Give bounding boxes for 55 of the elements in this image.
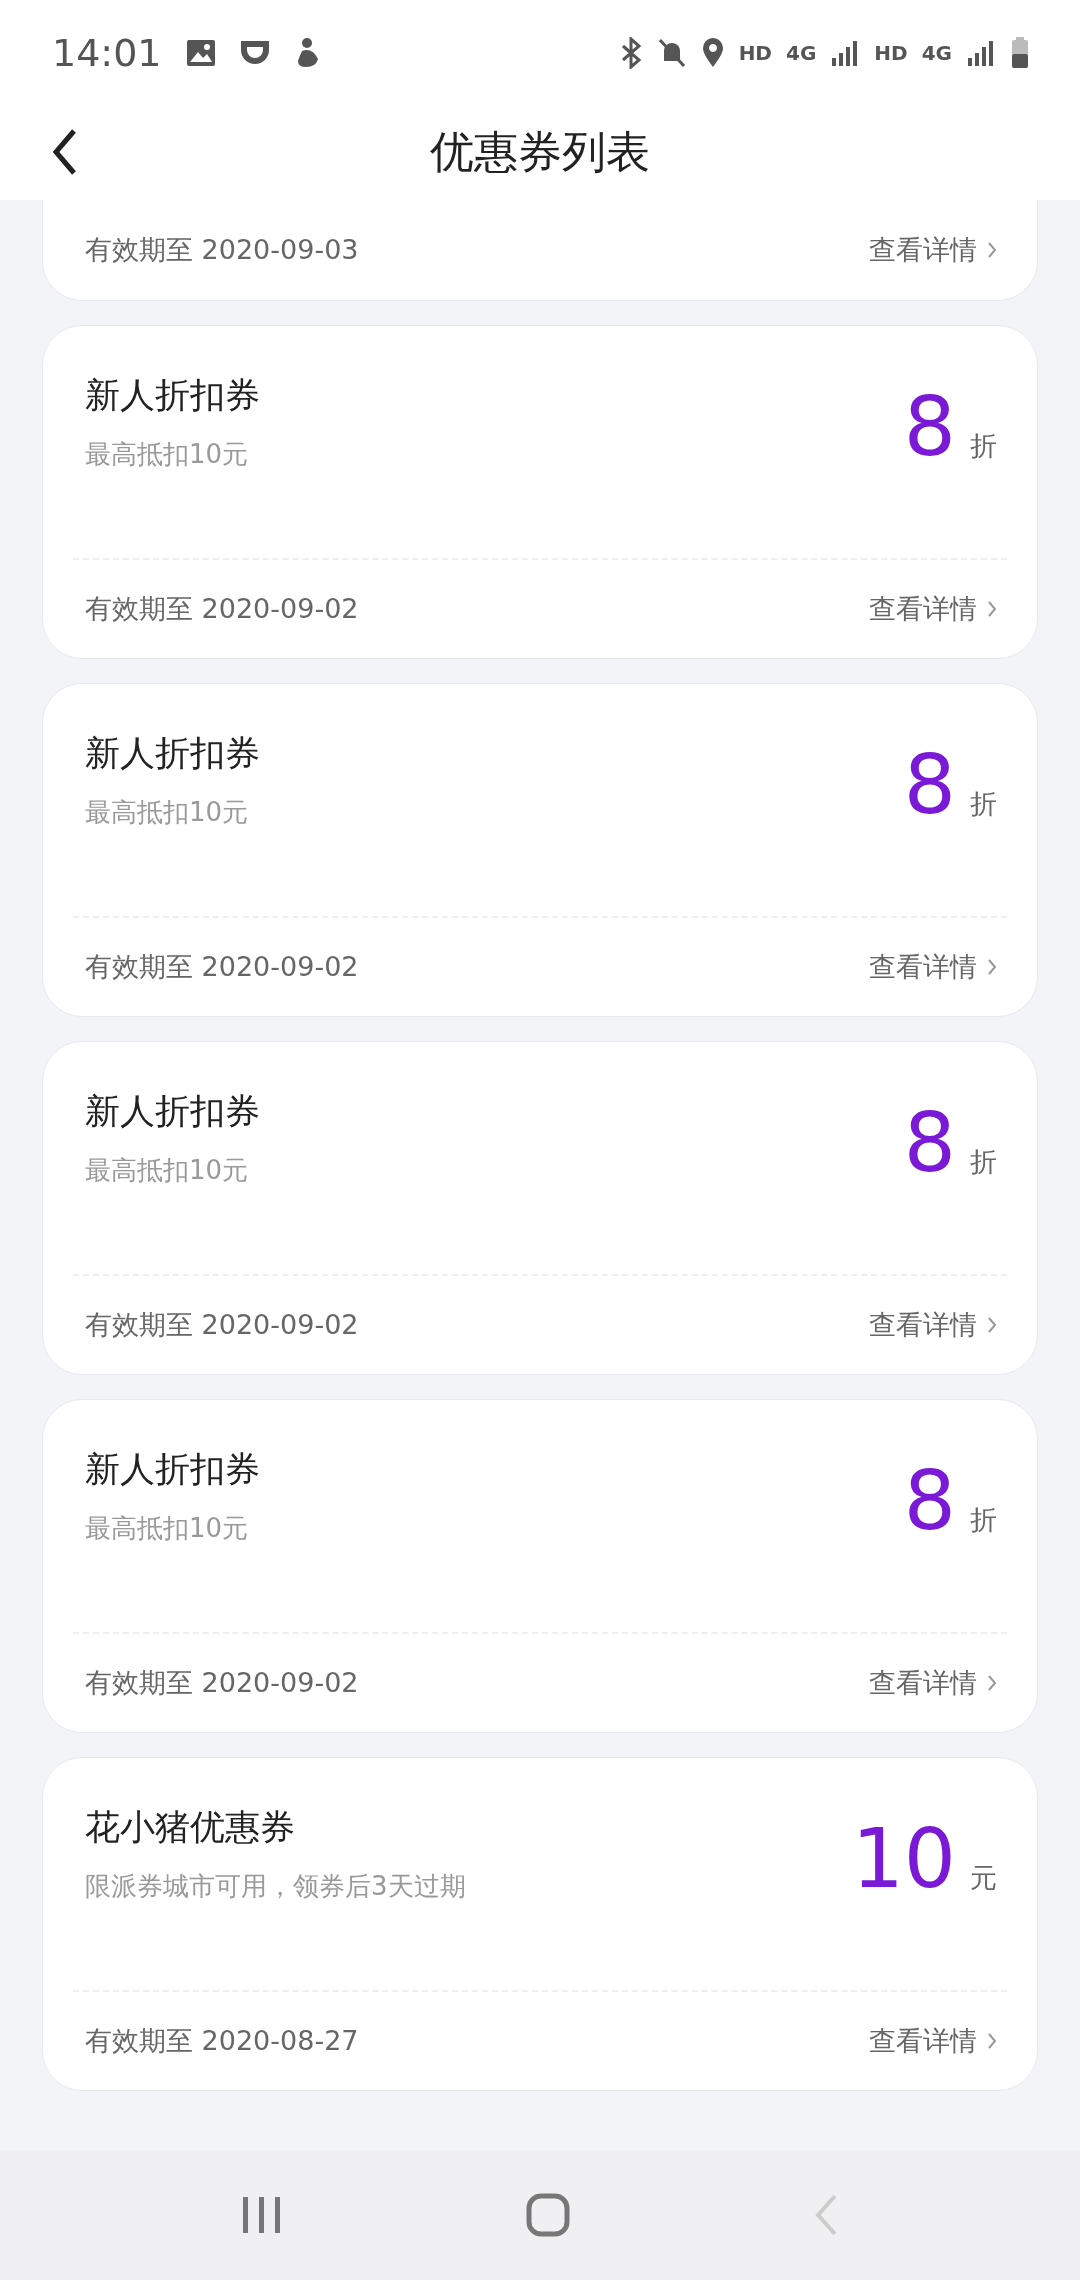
clock: 14:01 xyxy=(52,30,162,75)
coupon-condition: 限派券城市可用，领券后3天过期 xyxy=(85,1870,467,1903)
coupon-card[interactable]: 有效期至 2020-09-03 查看详情 xyxy=(42,200,1038,301)
battery-icon xyxy=(1010,35,1030,70)
coupon-value: 10 xyxy=(851,1818,956,1900)
expiry-date: 有效期至 2020-08-27 xyxy=(85,2024,359,2058)
chevron-icon xyxy=(987,600,997,618)
image-icon xyxy=(185,38,216,67)
expiry-date: 有效期至 2020-09-02 xyxy=(85,592,359,626)
details-link[interactable]: 查看详情 xyxy=(869,1307,997,1343)
coupon-value: 8 xyxy=(903,1102,956,1184)
coupon-title: 新人折扣券 xyxy=(85,732,261,775)
chevron-icon xyxy=(987,1316,997,1334)
network-label: HD xyxy=(738,40,772,65)
location-icon xyxy=(700,36,725,69)
mute-icon xyxy=(656,36,687,69)
coupon-condition: 最高抵扣10元 xyxy=(85,1512,250,1545)
details-link[interactable]: 查看详情 xyxy=(869,2023,997,2059)
network-label: HD xyxy=(874,40,908,65)
network-label: 4G xyxy=(785,40,817,65)
network-label: 4G xyxy=(921,40,952,65)
chevron-icon xyxy=(987,1674,997,1692)
chevron-icon xyxy=(987,2032,997,2050)
coupon-card[interactable]: 新人折扣券 最高抵扣10元 8 折 有效期至 2020-09-02 查看详情 xyxy=(42,325,1038,659)
details-link[interactable]: 查看详情 xyxy=(869,232,997,268)
expiry-date: 有效期至 2020-09-02 xyxy=(85,1308,359,1342)
expiry-date: 有效期至 2020-09-03 xyxy=(85,233,359,267)
expiry-date: 有效期至 2020-09-02 xyxy=(85,1666,359,1700)
coupon-title: 新人折扣券 xyxy=(85,1090,261,1133)
chevron-icon xyxy=(987,958,997,976)
coupon-title: 新人折扣券 xyxy=(85,1448,261,1491)
coupon-unit: 折 xyxy=(970,1503,997,1537)
details-link[interactable]: 查看详情 xyxy=(869,949,997,985)
coupon-unit: 折 xyxy=(970,787,997,821)
expiry-date: 有效期至 2020-09-02 xyxy=(85,950,359,984)
details-link[interactable]: 查看详情 xyxy=(869,1665,997,1701)
coupon-unit: 折 xyxy=(970,1145,997,1179)
coupon-card[interactable]: 新人折扣券 最高抵扣10元 8 折 有效期至 2020-09-02 查看详情 xyxy=(42,683,1038,1017)
details-link[interactable]: 查看详情 xyxy=(869,591,997,627)
coupon-condition: 最高抵扣10元 xyxy=(85,1154,250,1187)
coupon-condition: 最高抵扣10元 xyxy=(85,438,250,471)
coupon-card[interactable]: 新人折扣券 最高抵扣10元 8 折 有效期至 2020-09-02 查看详情 xyxy=(42,1041,1038,1375)
coupon-unit: 折 xyxy=(970,429,997,463)
coupon-card[interactable]: 花小猪优惠券 限派券城市可用，领券后3天过期 10 元 有效期至 2020-08-27 查看详情 xyxy=(42,1757,1038,2091)
coupon-card[interactable]: 新人折扣券 最高抵扣10元 8 折 有效期至 2020-09-02 查看详情 xyxy=(42,1399,1038,1733)
chevron-icon xyxy=(987,241,997,259)
coupon-unit: 元 xyxy=(970,1861,997,1895)
home-icon[interactable] xyxy=(526,2193,570,2237)
coupon-title: 新人折扣券 xyxy=(85,374,261,417)
coupon-value: 8 xyxy=(903,386,956,468)
coupon-value: 8 xyxy=(903,744,956,826)
coupon-title: 花小猪优惠券 xyxy=(85,1806,296,1849)
coupon-value: 8 xyxy=(903,1460,956,1542)
page-title: 优惠券列表 xyxy=(429,125,651,179)
coupon-condition: 最高抵扣10元 xyxy=(85,796,250,829)
